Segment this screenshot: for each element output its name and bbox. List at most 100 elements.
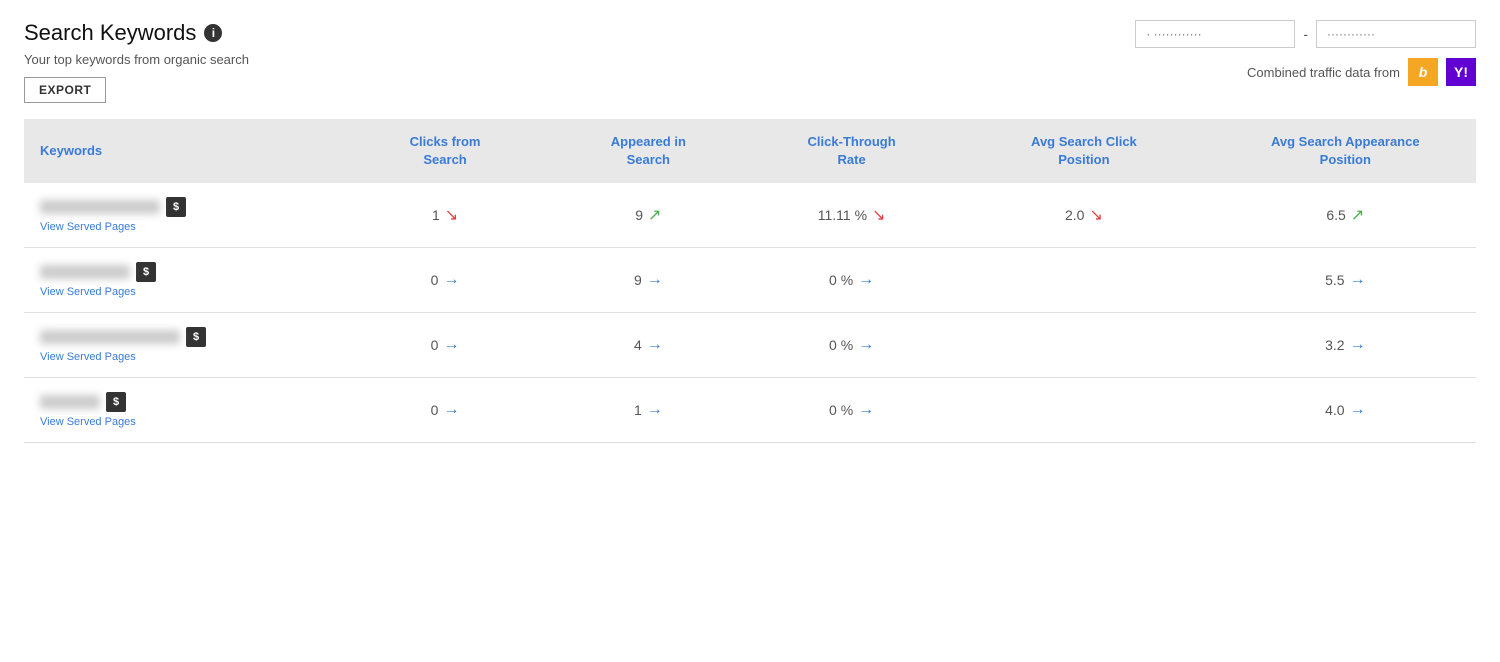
ctr-value: 0 % (829, 337, 853, 353)
ctr-value: 11.11 % (818, 207, 867, 223)
arrow-right-blue-icon: → (443, 271, 459, 289)
avg-appear-value: 5.5 (1325, 272, 1344, 288)
ctr-cell: 0 % → (750, 248, 953, 313)
avg-appear-value: 6.5 (1326, 207, 1345, 223)
clicks-value: 0 (431, 337, 439, 353)
view-served-pages-link[interactable]: View Served Pages (40, 286, 333, 298)
col-header-keywords: Keywords (24, 119, 343, 183)
arrow-right-blue-icon: → (647, 271, 663, 289)
table-row: $View Served Pages1↘9↗11.11 %↘2.0↘6.5↗ (24, 183, 1476, 248)
clicks-cell: 0→ (343, 378, 546, 443)
arrow-right-blue-icon: → (443, 336, 459, 354)
keyword-blurred-text (40, 200, 160, 214)
keyword-row: $ (40, 392, 333, 412)
view-served-pages-link[interactable]: View Served Pages (40, 416, 333, 428)
view-served-pages-link[interactable]: View Served Pages (40, 351, 333, 363)
clicks-value: 1 (432, 207, 440, 223)
appeared-value: 9 (635, 207, 643, 223)
col-header-ctr: Click-ThroughRate (750, 119, 953, 183)
page-title: Search Keywords i (24, 20, 249, 46)
arrow-up-green-icon: ↗ (1351, 205, 1364, 225)
arrow-down-red-icon: ↘ (872, 205, 885, 225)
avg-click-position-cell (953, 248, 1214, 313)
avg-appear-position-cell: 3.2 → (1215, 313, 1476, 378)
table-body: $View Served Pages1↘9↗11.11 %↘2.0↘6.5↗$V… (24, 183, 1476, 443)
clicks-cell: 0→ (343, 313, 546, 378)
dollar-badge[interactable]: $ (186, 327, 206, 347)
avg-click-position-cell (953, 313, 1214, 378)
appeared-cell: 9→ (547, 248, 750, 313)
col-header-appeared: Appeared inSearch (547, 119, 750, 183)
appeared-value: 9 (634, 272, 642, 288)
arrow-right-blue-icon: → (1350, 401, 1366, 419)
col-header-clicks: Clicks fromSearch (343, 119, 546, 183)
ctr-cell: 11.11 % ↘ (750, 183, 953, 248)
arrow-right-blue-icon: → (858, 271, 874, 289)
arrow-right-blue-icon: → (443, 401, 459, 419)
keywords-table: Keywords Clicks fromSearch Appeared inSe… (24, 119, 1476, 443)
appeared-cell: 4→ (547, 313, 750, 378)
dollar-badge[interactable]: $ (166, 197, 186, 217)
arrow-down-red-icon: ↘ (1089, 205, 1102, 225)
appeared-cell: 1→ (547, 378, 750, 443)
appeared-value: 4 (634, 337, 642, 353)
avg-appear-position-cell: 5.5 → (1215, 248, 1476, 313)
avg-appear-value: 3.2 (1325, 337, 1344, 353)
keyword-cell: $ View Served Pages (24, 183, 343, 248)
arrow-right-blue-icon: → (647, 401, 663, 419)
table-header: Keywords Clicks fromSearch Appeared inSe… (24, 119, 1476, 183)
col-header-avgclick: Avg Search ClickPosition (953, 119, 1214, 183)
view-served-pages-link[interactable]: View Served Pages (40, 221, 333, 233)
keyword-cell: $ View Served Pages (24, 378, 343, 443)
col-header-avgappear: Avg Search AppearancePosition (1215, 119, 1476, 183)
ctr-value: 0 % (829, 272, 853, 288)
avg-click-position-cell (953, 378, 1214, 443)
avg-appear-value: 4.0 (1325, 402, 1344, 418)
ctr-value: 0 % (829, 402, 853, 418)
keyword-blurred-text (40, 265, 130, 279)
dollar-badge[interactable]: $ (136, 262, 156, 282)
clicks-cell: 1↘ (343, 183, 546, 248)
dollar-badge[interactable]: $ (106, 392, 126, 412)
header-row: Keywords Clicks fromSearch Appeared inSe… (24, 119, 1476, 183)
table-row: $View Served Pages0→9→0 %→5.5→ (24, 248, 1476, 313)
avg-click-position-cell: 2.0↘ (953, 183, 1214, 248)
subtitle: Your top keywords from organic search (24, 52, 249, 67)
arrow-down-red-icon: ↘ (445, 205, 458, 225)
traffic-block: Combined traffic data from b Y! (1247, 58, 1476, 86)
arrow-right-blue-icon: → (1350, 271, 1366, 289)
clicks-value: 0 (431, 402, 439, 418)
table-row: $View Served Pages0→1→0 %→4.0→ (24, 378, 1476, 443)
keyword-blurred-text (40, 330, 180, 344)
arrow-right-blue-icon: → (1350, 336, 1366, 354)
avg-appear-position-cell: 4.0 → (1215, 378, 1476, 443)
yahoo-logo: Y! (1446, 58, 1476, 86)
keyword-blurred-text (40, 395, 100, 409)
appeared-value: 1 (634, 402, 642, 418)
arrow-right-blue-icon: → (858, 336, 874, 354)
page-header: Search Keywords i Your top keywords from… (24, 20, 1476, 103)
clicks-cell: 0→ (343, 248, 546, 313)
date-range: - (1135, 20, 1476, 48)
keyword-cell: $ View Served Pages (24, 313, 343, 378)
export-button[interactable]: EXPORT (24, 77, 106, 103)
appeared-cell: 9↗ (547, 183, 750, 248)
traffic-label: Combined traffic data from (1247, 65, 1400, 80)
bing-logo: b (1408, 58, 1438, 86)
keyword-row: $ (40, 262, 333, 282)
keyword-row: $ (40, 197, 333, 217)
info-icon[interactable]: i (204, 24, 222, 42)
arrow-up-green-icon: ↗ (648, 205, 661, 225)
keyword-row: $ (40, 327, 333, 347)
avg-appear-position-cell: 6.5 ↗ (1215, 183, 1476, 248)
arrow-right-blue-icon: → (858, 401, 874, 419)
title-block: Search Keywords i Your top keywords from… (24, 20, 249, 103)
page-title-text: Search Keywords (24, 20, 196, 46)
date-end-input[interactable] (1316, 20, 1476, 48)
clicks-value: 0 (431, 272, 439, 288)
date-start-input[interactable] (1135, 20, 1295, 48)
table-row: $View Served Pages0→4→0 %→3.2→ (24, 313, 1476, 378)
ctr-cell: 0 % → (750, 313, 953, 378)
date-separator: - (1303, 26, 1308, 42)
right-block: - Combined traffic data from b Y! (1135, 20, 1476, 86)
